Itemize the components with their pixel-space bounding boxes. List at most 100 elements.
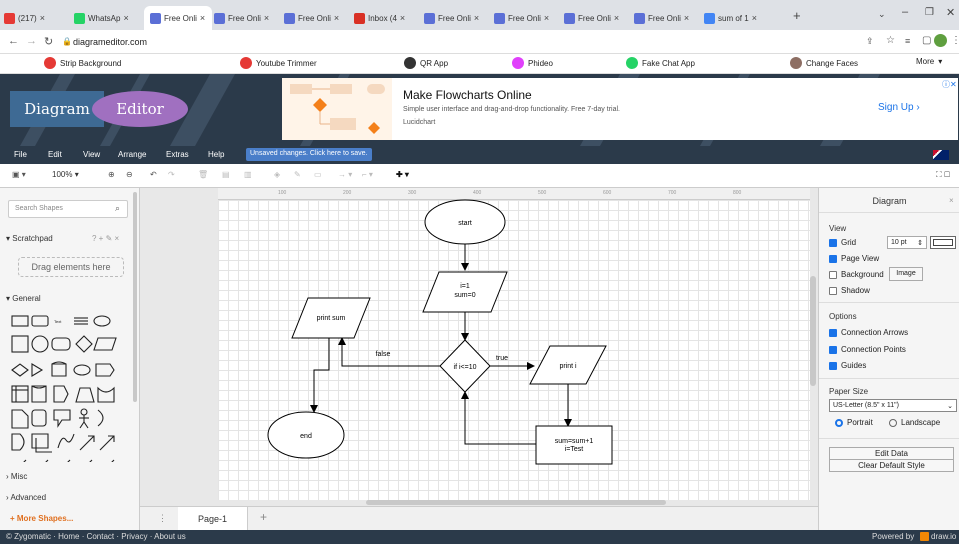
new-tab-button[interactable]: + [793, 8, 801, 23]
bookmark-item[interactable]: Strip Background [44, 57, 121, 69]
to-back-icon[interactable]: ▥ [244, 170, 252, 179]
misc-header[interactable]: › Misc [6, 472, 27, 481]
scratchpad-header[interactable]: ▾ Scratchpad [6, 234, 53, 243]
browser-tab[interactable]: Free Onli × [144, 6, 212, 30]
tab-close-icon[interactable]: × [752, 13, 757, 23]
paper-size-select[interactable]: US-Letter (8.5" x 11") ⌄ [829, 399, 957, 412]
format-panel-icon[interactable]: ▣ ▾ [12, 170, 26, 179]
browser-tab[interactable]: Free Onli × [214, 6, 278, 30]
edge-printsum-end[interactable] [310, 338, 330, 413]
update-node[interactable] [535, 425, 613, 465]
minimize-button[interactable]: – [902, 6, 908, 18]
tab-close-icon[interactable]: × [123, 13, 128, 23]
connection-style-icon[interactable]: → ▾ [338, 170, 352, 179]
guides-checkbox[interactable]: Guides [829, 361, 866, 370]
grid-size-input[interactable]: 10 pt ⇕ [887, 236, 927, 249]
tab-close-icon[interactable]: × [200, 13, 205, 23]
redo-icon[interactable]: ↷ [168, 170, 175, 179]
panel-close-icon[interactable]: × [949, 196, 954, 205]
advanced-header[interactable]: › Advanced [6, 493, 46, 502]
undo-icon[interactable]: ↶ [150, 170, 157, 179]
url-text[interactable]: diagrameditor.com [73, 37, 147, 47]
unsaved-changes-button[interactable]: Unsaved changes. Click here to save. [246, 148, 372, 161]
clear-default-style-button[interactable]: Clear Default Style [829, 459, 954, 472]
zoom-select[interactable]: 100% ▾ [52, 170, 79, 179]
grid-checkbox[interactable]: Grid [829, 238, 856, 247]
menu-view[interactable]: View [83, 150, 100, 159]
browser-tab[interactable]: Free Onli × [494, 6, 558, 30]
page-tab[interactable]: Page-1 [178, 507, 248, 530]
bookmark-item[interactable]: Phideo [512, 57, 553, 69]
menu-edit[interactable]: Edit [48, 150, 62, 159]
to-front-icon[interactable]: ▤ [222, 170, 230, 179]
image-button[interactable]: Image [889, 267, 923, 281]
menu-extras[interactable]: Extras [166, 150, 189, 159]
reload-icon[interactable]: ↻ [44, 35, 53, 48]
ad-signup-button[interactable]: Sign Up › [878, 102, 920, 113]
ad-title[interactable]: Make Flowcharts Online [403, 88, 532, 102]
delete-icon[interactable]: 🗑 [198, 170, 208, 179]
zoom-out-icon[interactable]: ⊖ [126, 170, 133, 179]
profile-avatar[interactable] [934, 34, 947, 47]
grid-color-button[interactable] [930, 236, 956, 249]
edge-loop-back[interactable] [461, 391, 536, 445]
search-shapes-input[interactable]: Search Shapes ⌕ [8, 200, 128, 218]
ad-box[interactable]: Make Flowcharts Online Simple user inter… [282, 78, 958, 140]
browser-tab[interactable]: Free Onli × [564, 6, 628, 30]
pages-menu-icon[interactable]: ⋮ [158, 513, 167, 524]
canvas-area[interactable]: 100 200 300 400 500 600 700 800 start i=… [140, 188, 818, 530]
browser-tab[interactable]: Free Onli × [634, 6, 698, 30]
horizontal-scrollbar[interactable] [366, 500, 666, 505]
bookmark-item[interactable]: Fake Chat App [626, 57, 695, 69]
fill-color-icon[interactable]: ◈ [274, 170, 280, 179]
tab-close-icon[interactable]: × [684, 13, 689, 23]
maximize-button[interactable]: ❐ [925, 7, 934, 18]
browser-tab[interactable]: sum of 1 × [704, 6, 768, 30]
menu-dots-icon[interactable]: ⋮ [951, 35, 959, 46]
search-icon[interactable]: ⌕ [115, 203, 120, 214]
insert-icon[interactable]: ✚ ▾ [396, 170, 409, 179]
portrait-radio[interactable]: Portrait [835, 418, 873, 427]
tab-close-icon[interactable]: × [614, 13, 619, 23]
menu-arrange[interactable]: Arrange [118, 150, 146, 159]
add-page-icon[interactable]: + [260, 510, 267, 524]
scratchpad-dropzone[interactable]: Drag elements here [18, 257, 124, 277]
back-icon[interactable]: ← [8, 35, 19, 47]
browser-tab[interactable]: Inbox (4 × [354, 6, 418, 30]
connection-points-checkbox[interactable]: Connection Points [829, 345, 906, 354]
sidepanel-icon[interactable]: ▢ [922, 35, 931, 46]
landscape-radio[interactable]: Landscape [889, 418, 940, 427]
line-color-icon[interactable]: ✎ [294, 170, 301, 179]
more-shapes-button[interactable]: + More Shapes... [10, 514, 73, 523]
general-header[interactable]: ▾ General [6, 294, 41, 303]
forward-icon[interactable]: → [26, 35, 37, 47]
connection-arrows-checkbox[interactable]: Connection Arrows [829, 328, 908, 337]
close-window-button[interactable]: ✕ [946, 6, 955, 19]
zoom-in-icon[interactable]: ⊕ [108, 170, 115, 179]
bookmark-item[interactable]: Change Faces [790, 57, 858, 69]
tab-close-icon[interactable]: × [474, 13, 479, 23]
ad-close-icon[interactable]: ⓘ✕ [942, 79, 957, 90]
bookmark-item[interactable]: QR App [404, 57, 448, 69]
tab-close-icon[interactable]: × [544, 13, 549, 23]
background-checkbox[interactable]: Background [829, 270, 884, 279]
browser-tab[interactable]: Free Onli × [284, 6, 348, 30]
edge-false[interactable] [338, 337, 440, 367]
media-icon[interactable]: ≡ [905, 36, 910, 46]
vertical-scrollbar[interactable] [810, 276, 816, 386]
menu-help[interactable]: Help [208, 150, 224, 159]
fullscreen-icon[interactable]: ⛶ ▢ [936, 170, 950, 180]
footer-links[interactable]: © Zygomatic · Home · Contact · Privacy ·… [6, 532, 186, 541]
tab-close-icon[interactable]: × [334, 13, 339, 23]
scratchpad-tools[interactable]: ? + ✎ × [92, 234, 119, 243]
tab-search-icon[interactable]: ⌄ [878, 9, 886, 20]
tab-close-icon[interactable]: × [264, 13, 269, 23]
logo[interactable]: Diagram Editor [10, 91, 190, 127]
menu-file[interactable]: File [14, 150, 27, 159]
tab-close-icon[interactable]: × [400, 13, 405, 23]
share-icon[interactable]: ⇪ [866, 36, 874, 47]
drawio-brand[interactable]: draw.io [931, 532, 956, 541]
page-view-checkbox[interactable]: Page View [829, 254, 879, 263]
star-icon[interactable]: ☆ [886, 35, 895, 46]
sidebar-scrollbar[interactable] [133, 192, 137, 402]
